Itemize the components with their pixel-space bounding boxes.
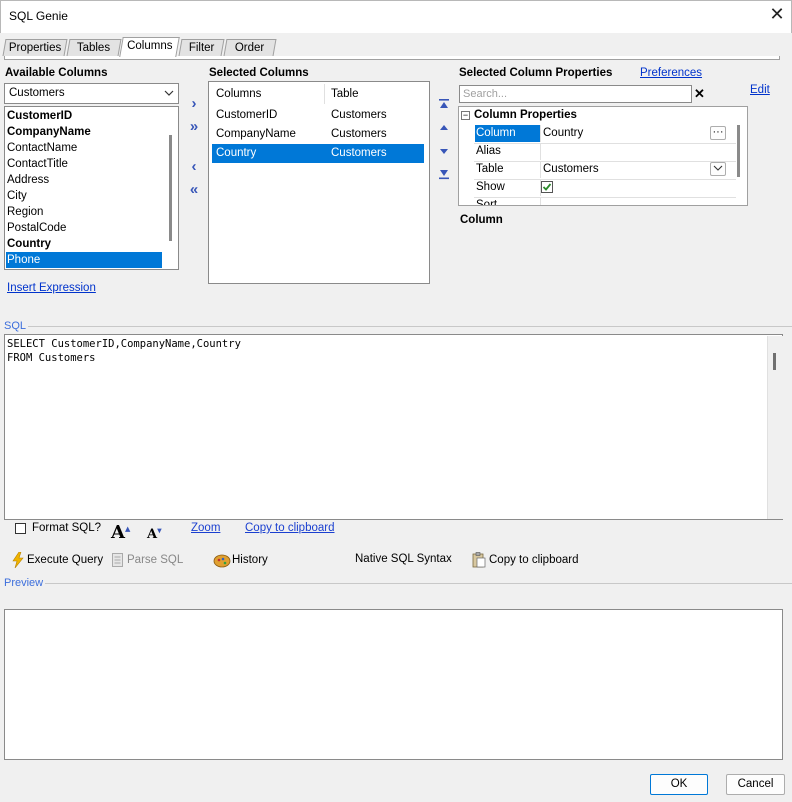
header-divider <box>324 84 325 104</box>
execute-query-button[interactable]: Execute Query <box>27 554 103 566</box>
list-item[interactable]: ContactTitle <box>6 156 162 172</box>
available-columns-list[interactable]: CustomerID CompanyName ContactName Conta… <box>4 106 179 270</box>
list-item[interactable]: ContactName <box>6 140 162 156</box>
property-description-title: Column <box>460 214 503 226</box>
preview-pane[interactable] <box>4 609 783 760</box>
show-checkbox[interactable] <box>541 181 553 193</box>
scrollbar-thumb[interactable] <box>773 353 776 370</box>
column-header-table[interactable]: Table <box>331 82 359 106</box>
history-button[interactable]: History <box>232 554 268 566</box>
collapse-icon[interactable]: − <box>461 111 470 120</box>
preferences-link[interactable]: Preferences <box>640 67 702 79</box>
list-item[interactable]: City <box>6 188 162 204</box>
remove-all-columns-icon[interactable]: « <box>186 182 202 198</box>
chevron-down-icon[interactable] <box>710 162 726 176</box>
table-row[interactable]: CompanyName Customers <box>212 125 424 144</box>
move-up-icon[interactable] <box>437 122 451 137</box>
scrollbar-thumb[interactable] <box>169 135 172 241</box>
list-item-selected[interactable]: Phone <box>6 252 162 268</box>
preview-group-line <box>44 583 792 584</box>
tab-properties[interactable]: Properties <box>2 39 68 56</box>
clipboard-icon <box>472 552 486 571</box>
font-decrease-icon[interactable]: A▼ <box>147 527 162 542</box>
add-column-icon[interactable]: › <box>186 96 202 112</box>
lightning-icon <box>12 551 24 571</box>
table-row-selected[interactable]: Country Customers <box>212 144 424 163</box>
list-item[interactable]: CustomerID <box>6 108 162 124</box>
chevron-down-icon <box>164 86 174 103</box>
list-item[interactable]: Country <box>6 236 162 252</box>
property-row-column[interactable]: Column Country ··· <box>474 125 736 144</box>
list-item[interactable]: Region <box>6 204 162 220</box>
parse-sql-button[interactable]: Parse SQL <box>127 554 183 566</box>
column-header-columns[interactable]: Columns <box>216 82 261 106</box>
ellipsis-button[interactable]: ··· <box>710 126 726 140</box>
font-increase-icon[interactable]: A▲ <box>111 522 130 543</box>
zoom-link[interactable]: Zoom <box>191 522 220 534</box>
history-icon <box>213 552 231 571</box>
sql-group-line <box>26 326 792 327</box>
selected-columns-list[interactable]: Columns Table CustomerID Customers Compa… <box>208 81 430 284</box>
sql-editor[interactable]: SELECT CustomerID,CompanyName,Country FR… <box>4 334 784 520</box>
cancel-button[interactable]: Cancel <box>726 774 785 795</box>
add-all-columns-icon[interactable]: » <box>186 119 202 135</box>
property-row-alias[interactable]: Alias <box>474 143 736 162</box>
tab-tables[interactable]: Tables <box>66 39 122 56</box>
property-search-input[interactable]: Search... <box>459 85 692 103</box>
edit-link[interactable]: Edit <box>750 84 770 96</box>
ok-button[interactable]: OK <box>650 774 708 795</box>
list-item[interactable]: PostalCode <box>6 220 162 236</box>
tab-columns[interactable]: Columns <box>119 37 180 57</box>
property-row-sort[interactable]: Sort <box>474 197 736 205</box>
insert-expression-link[interactable]: Insert Expression <box>7 282 96 294</box>
format-sql-checkbox[interactable] <box>15 523 26 534</box>
copy-to-clipboard-button[interactable]: Copy to clipboard <box>489 554 579 566</box>
tab-filter[interactable]: Filter <box>178 39 225 56</box>
sql-text[interactable]: SELECT CustomerID,CompanyName,Country FR… <box>7 337 241 365</box>
table-row[interactable]: CustomerID Customers <box>212 106 424 125</box>
property-row-table[interactable]: Table Customers <box>474 161 736 180</box>
sql-scrollbar[interactable] <box>767 336 784 519</box>
property-category: Column Properties <box>474 109 577 121</box>
tab-order[interactable]: Order <box>223 39 277 56</box>
table-select[interactable]: Customers <box>4 83 179 104</box>
scrollbar-thumb[interactable] <box>737 125 740 177</box>
property-row-show[interactable]: Show <box>474 179 736 198</box>
move-bottom-icon[interactable] <box>437 168 451 183</box>
preview-group-label: Preview <box>4 577 46 589</box>
remove-column-icon[interactable]: ‹ <box>186 159 202 175</box>
close-icon[interactable]: ✕ <box>766 3 788 25</box>
column-properties-heading: Selected Column Properties <box>459 67 613 79</box>
list-item[interactable]: CompanyName <box>6 124 162 140</box>
native-sql-syntax-button[interactable]: Native SQL Syntax <box>355 553 452 565</box>
move-down-icon[interactable] <box>437 145 451 160</box>
format-sql-label: Format SQL? <box>32 522 102 534</box>
window-title: SQL Genie <box>9 9 68 23</box>
title-bar <box>0 0 792 33</box>
property-grid[interactable]: − Column Properties Column Country ··· A… <box>458 106 748 206</box>
available-columns-heading: Available Columns <box>5 67 108 79</box>
copy-sql-link[interactable]: Copy to clipboard <box>245 522 335 534</box>
sql-group-label: SQL <box>4 320 29 332</box>
selected-columns-heading: Selected Columns <box>209 67 309 79</box>
parse-icon <box>112 553 123 570</box>
clear-search-icon[interactable]: ✕ <box>694 86 705 102</box>
move-top-icon[interactable] <box>437 98 451 113</box>
list-item[interactable]: Address <box>6 172 162 188</box>
